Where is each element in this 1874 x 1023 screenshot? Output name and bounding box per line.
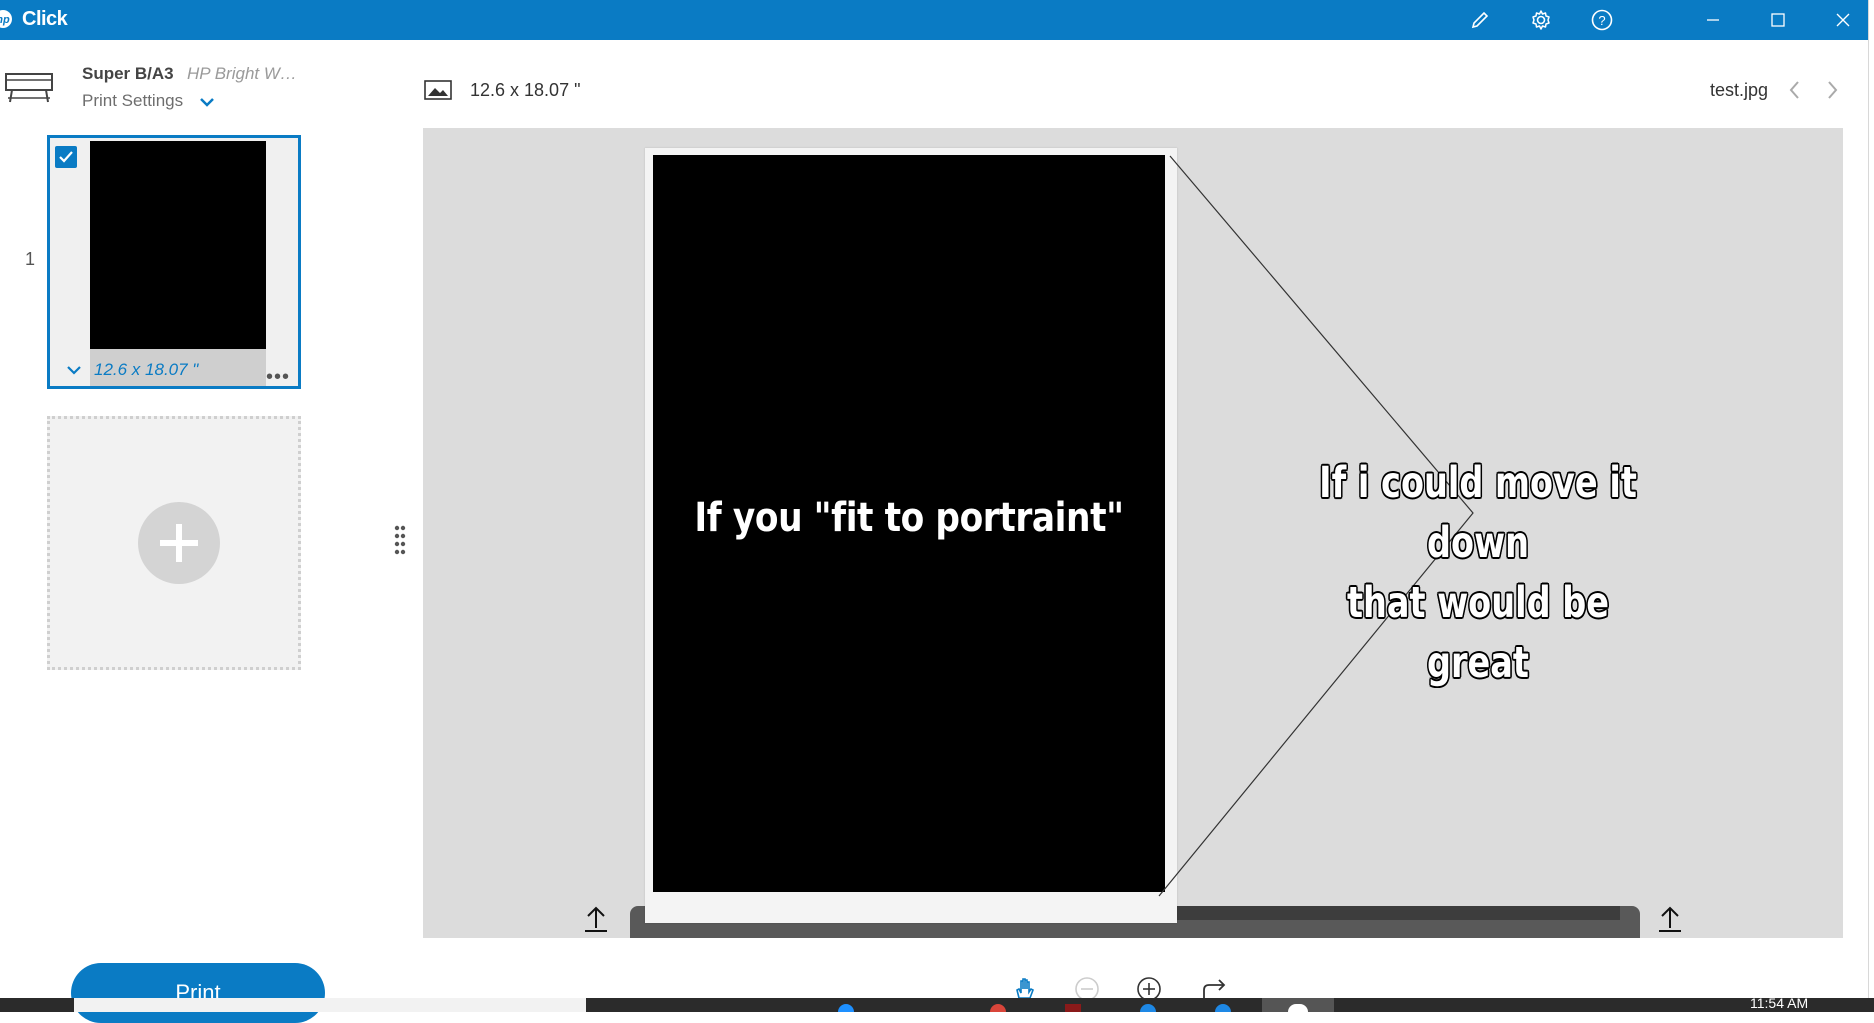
print-preview-canvas[interactable]: If you "fit to portraint" If i could mov… [423,128,1843,938]
add-page-area[interactable] [47,416,301,670]
hp-logo-icon: hp [0,10,12,28]
thumbnail-image [90,141,266,349]
upload-arrow-icon[interactable] [1655,904,1685,934]
file-name: test.jpg [1710,80,1769,100]
taskbar-app-icon [1288,1004,1308,1012]
help-icon: ? [1591,9,1613,31]
more-options-button[interactable]: ••• [266,366,290,389]
title-bar: hp Click ? [0,0,1868,40]
pencil-icon [1471,11,1489,29]
chevron-right-icon[interactable] [1820,78,1844,102]
page-checkbox[interactable] [55,146,77,168]
chevron-left-icon[interactable] [1783,78,1807,102]
svg-text:?: ? [1598,13,1605,28]
taskbar-app-icon[interactable] [990,1004,1006,1012]
taskbar-app-icon[interactable] [838,1004,854,1012]
chevron-down-icon[interactable] [200,97,214,107]
taskbar-active-app[interactable] [1262,998,1334,1012]
plus-icon [160,524,198,562]
upload-arrow-icon[interactable] [581,904,611,934]
print-button[interactable]: Print [71,963,325,1023]
minimize-icon [1707,19,1719,21]
taskbar-clock: 11:54 AM [1750,995,1809,1011]
check-icon [59,151,73,163]
paper-name: HP Bright W… [187,64,297,83]
taskbar-app-icon[interactable] [1215,1004,1231,1012]
edit-button[interactable] [1457,0,1503,40]
image-icon [424,80,452,100]
thumbnail-size-label: 12.6 x 18.07 " [94,360,199,379]
maximize-button[interactable] [1755,0,1801,40]
settings-button[interactable] [1518,0,1564,40]
close-button[interactable] [1820,0,1866,40]
add-page-button[interactable] [138,502,220,584]
annotation-line-1: If i could move it down [1319,458,1637,568]
print-settings-link[interactable]: Print Settings [82,91,183,111]
preview-size-label: 12.6 x 18.07 " [470,80,581,100]
window-edge [1868,0,1874,1000]
printer-name: Super B/A3 [82,64,174,83]
svg-text:hp: hp [0,14,10,26]
annotation-text: If i could move it down that would be gr… [1295,453,1662,693]
page-number: 1 [25,249,36,269]
close-icon [1836,13,1850,27]
gear-icon [1532,10,1550,30]
help-button[interactable]: ? [1579,0,1625,40]
drag-handle-icon[interactable] [393,524,407,556]
app-title: Click [22,8,68,30]
taskbar-app-icon[interactable] [1140,1004,1156,1012]
taskbar-search-box[interactable] [74,998,586,1012]
taskbar: 11:54 AM [0,995,1874,1012]
annotation-line-2: that would be great [1346,578,1610,688]
chevron-down-icon[interactable] [67,365,81,375]
minimize-button[interactable] [1690,0,1736,40]
taskbar-app-icon[interactable] [1065,1004,1081,1012]
printer-icon [5,73,53,103]
maximize-icon [1771,13,1785,27]
page-thumbnail[interactable]: 12.6 x 18.07 " ••• [47,135,301,389]
